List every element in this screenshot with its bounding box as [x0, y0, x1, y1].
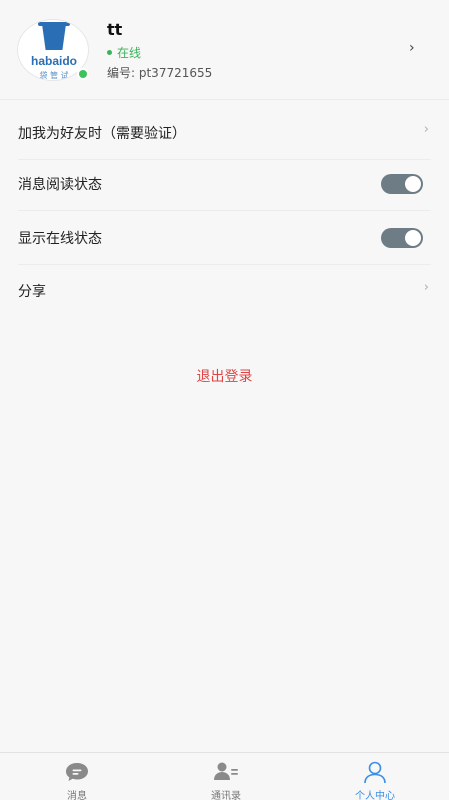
setting-label: 消息阅读状态: [18, 177, 102, 193]
show-online-toggle[interactable]: [381, 228, 423, 248]
toggle-knob: [405, 176, 421, 192]
toggle-knob: [405, 230, 421, 246]
logout-button[interactable]: 退出登录: [0, 366, 449, 386]
chevron-right-icon: ›: [423, 122, 429, 137]
person-icon: [364, 761, 386, 784]
contacts-icon: [214, 762, 238, 780]
setting-label: 加我为好友时（需要验证）: [18, 126, 186, 142]
profile-name: tt: [107, 20, 123, 39]
setting-label: 显示在线状态: [18, 231, 102, 247]
setting-friend-verification[interactable]: 加我为好友时（需要验证） ›: [0, 106, 449, 160]
online-status: 在线: [107, 44, 141, 61]
user-id: 编号: pt37721655: [107, 66, 213, 80]
chevron-right-icon: ›: [423, 280, 429, 295]
tab-label: 消息: [67, 791, 87, 800]
setting-show-online: 显示在线状态: [0, 211, 449, 265]
avatar-brand-text: habaido: [30, 54, 77, 68]
status-dot-icon: [107, 50, 112, 55]
tab-label: 个人中心: [355, 791, 395, 800]
chevron-right-icon: ›: [409, 40, 415, 56]
status-text: 在线: [117, 46, 142, 60]
read-receipts-toggle[interactable]: [381, 174, 423, 194]
setting-share[interactable]: 分享 ›: [0, 264, 449, 318]
bottom-tab-bar: 消息 通讯录 个人中心: [0, 752, 449, 800]
setting-label: 分享: [18, 284, 46, 300]
chat-bubble-icon: [66, 763, 88, 781]
profile-header[interactable]: habaido 袋 管 试 tt 在线 编号: pt37721655 ›: [0, 0, 449, 100]
tab-contacts[interactable]: 通讯录: [151, 753, 301, 800]
tab-profile[interactable]: 个人中心: [300, 753, 449, 800]
online-indicator-icon: [77, 68, 89, 80]
logo-cup-icon: [42, 24, 66, 50]
tab-label: 通讯录: [211, 791, 241, 800]
tab-messages[interactable]: 消息: [2, 753, 152, 800]
setting-read-receipts: 消息阅读状态: [0, 157, 449, 211]
